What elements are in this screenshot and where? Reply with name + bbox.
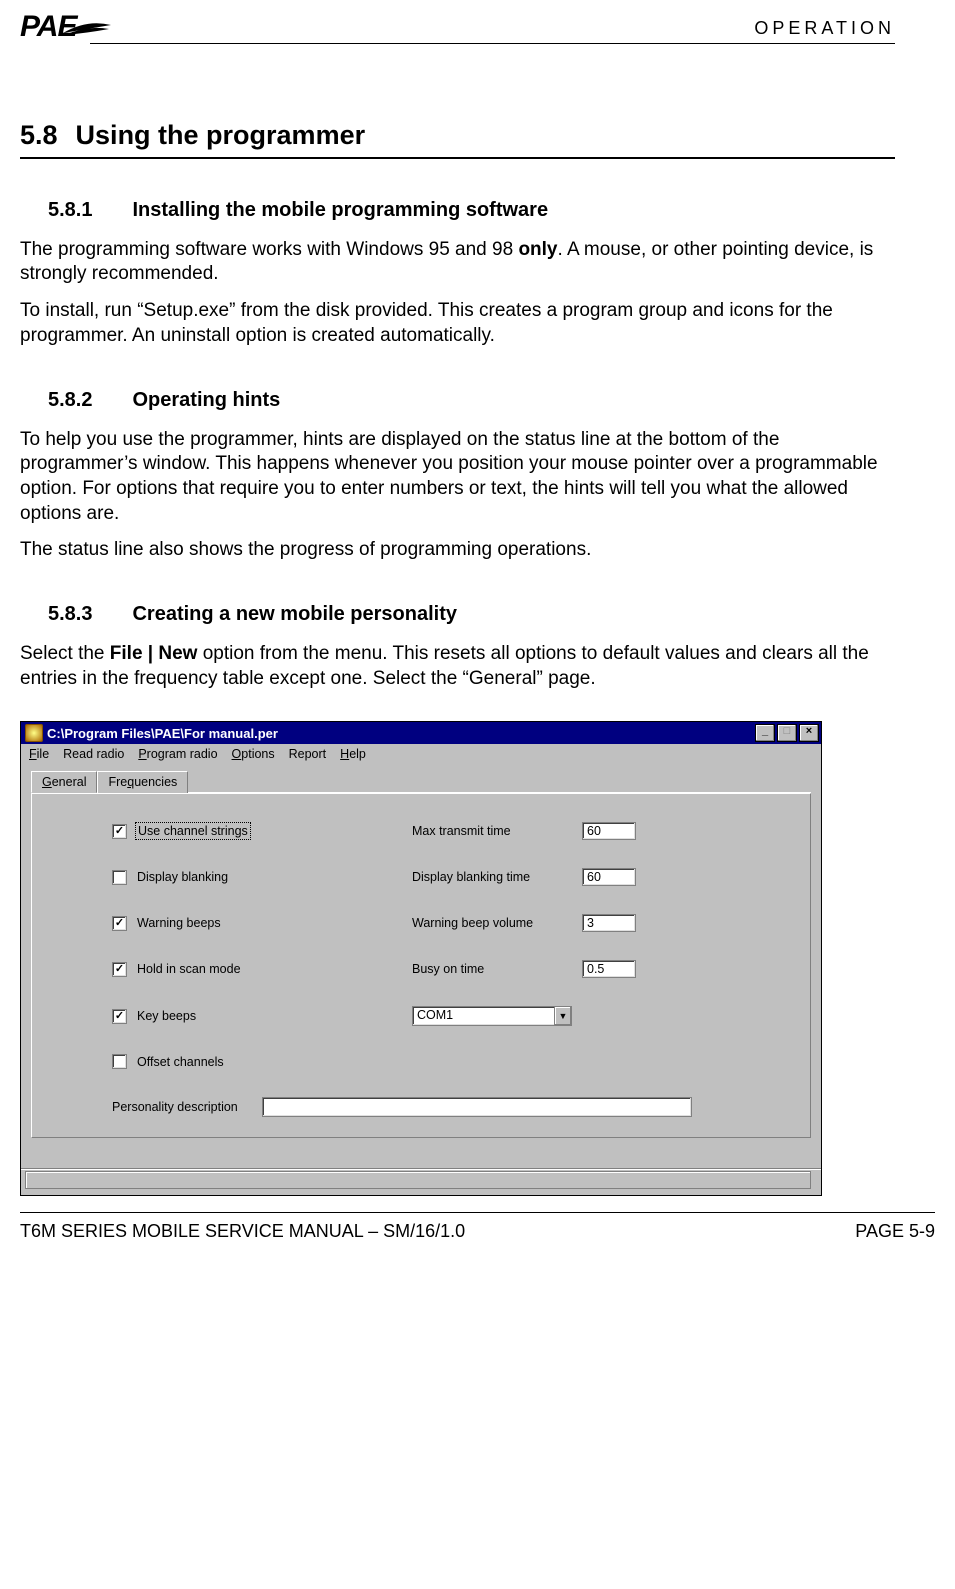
- minimize-button[interactable]: _: [755, 724, 775, 742]
- label-display-blanking: Display blanking: [137, 870, 228, 884]
- subsection-heading: 5.8.1Installing the mobile programming s…: [48, 199, 895, 222]
- paragraph: To install, run “Setup.exe” from the dis…: [20, 299, 895, 348]
- tab-frequencies[interactable]: Frequencies: [97, 771, 188, 793]
- close-button[interactable]: ×: [799, 724, 819, 742]
- app-icon: [25, 724, 43, 742]
- menu-options[interactable]: Options: [232, 747, 275, 761]
- label-key-beeps: Key beeps: [137, 1009, 196, 1023]
- tab-strip: General Frequencies: [31, 770, 811, 793]
- app-window: C:\Program Files\PAE\For manual.per _ □ …: [20, 721, 822, 1196]
- label-warning-beeps: Warning beeps: [137, 916, 221, 930]
- label-display-blanking-time: Display blanking time: [412, 870, 582, 884]
- input-display-blanking-time[interactable]: [582, 868, 636, 886]
- status-cell: [25, 1171, 811, 1189]
- logo-swoosh-icon: [61, 15, 113, 41]
- subsection-heading: 5.8.3Creating a new mobile personality: [48, 603, 895, 626]
- label-busy-on-time: Busy on time: [412, 962, 582, 976]
- paragraph: The status line also shows the progress …: [20, 538, 895, 563]
- label-offset-channels: Offset channels: [137, 1055, 224, 1069]
- label-personality-description: Personality description: [112, 1100, 238, 1114]
- checkbox-warning-beeps[interactable]: [112, 916, 127, 931]
- input-busy-on-time[interactable]: [582, 960, 636, 978]
- checkbox-offset-channels[interactable]: [112, 1054, 127, 1069]
- section-number: 5.8: [20, 120, 58, 150]
- input-max-transmit-time[interactable]: [582, 822, 636, 840]
- header-category: OPERATION: [754, 10, 895, 39]
- header-rule: [90, 43, 895, 44]
- footer-left: T6M SERIES MOBILE SERVICE MANUAL – SM/16…: [20, 1221, 465, 1242]
- menubar: File Read radio Program radio Options Re…: [21, 744, 821, 764]
- label-max-transmit-time: Max transmit time: [412, 824, 582, 838]
- logo: PAE: [20, 10, 113, 45]
- menu-read-radio[interactable]: Read radio: [63, 747, 124, 761]
- combo-port[interactable]: COM1 ▼: [412, 1006, 572, 1026]
- checkbox-key-beeps[interactable]: [112, 1009, 127, 1024]
- maximize-button[interactable]: □: [777, 724, 797, 742]
- footer-right: PAGE 5-9: [855, 1221, 935, 1242]
- section-heading: 5.8 Using the programmer: [20, 120, 895, 159]
- menu-report[interactable]: Report: [289, 747, 327, 761]
- status-bar: [21, 1168, 821, 1195]
- window-title: C:\Program Files\PAE\For manual.per: [47, 726, 278, 741]
- input-personality-description[interactable]: [262, 1097, 692, 1117]
- page-footer: T6M SERIES MOBILE SERVICE MANUAL – SM/16…: [20, 1212, 935, 1242]
- chevron-down-icon[interactable]: ▼: [554, 1007, 571, 1025]
- menu-file[interactable]: File: [29, 747, 49, 761]
- label-hold-in-scan: Hold in scan mode: [137, 962, 241, 976]
- section-title: Using the programmer: [76, 120, 366, 150]
- tab-general[interactable]: General: [31, 771, 97, 793]
- paragraph: To help you use the programmer, hints ar…: [20, 428, 895, 527]
- checkbox-hold-in-scan[interactable]: [112, 962, 127, 977]
- combo-port-value: COM1: [413, 1007, 554, 1025]
- label-warning-beep-volume: Warning beep volume: [412, 916, 582, 930]
- titlebar: C:\Program Files\PAE\For manual.per _ □ …: [21, 722, 821, 744]
- input-warning-beep-volume[interactable]: [582, 914, 636, 932]
- checkbox-use-channel-strings[interactable]: [112, 824, 127, 839]
- menu-program-radio[interactable]: Program radio: [138, 747, 217, 761]
- subsection-heading: 5.8.2Operating hints: [48, 389, 895, 412]
- paragraph: Select the File | New option from the me…: [20, 642, 895, 691]
- tab-panel-general: Use channel strings Max transmit time Di…: [31, 793, 811, 1138]
- paragraph: The programming software works with Wind…: [20, 238, 895, 287]
- checkbox-display-blanking[interactable]: [112, 870, 127, 885]
- menu-help[interactable]: Help: [340, 747, 366, 761]
- label-use-channel-strings: Use channel strings: [137, 824, 249, 838]
